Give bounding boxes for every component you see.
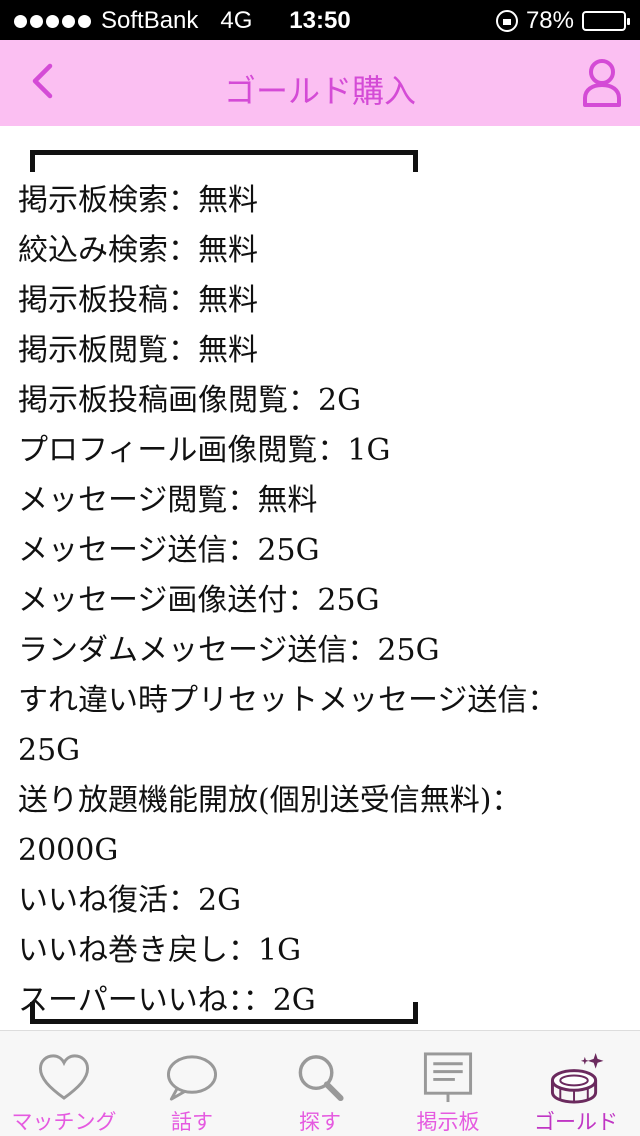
tab-matching[interactable]: マッチング	[0, 1031, 128, 1136]
list-item: 掲示板投稿：無料	[18, 283, 258, 318]
tab-label: 探す	[299, 1110, 341, 1134]
tab-label: 話す	[171, 1110, 213, 1134]
list-item: すれ違い時プリセットメッセージ送信：25G	[18, 683, 558, 768]
list-item: プロフィール画像閲覧：1G	[18, 433, 391, 468]
nav-bar: ゴールド購入	[0, 40, 640, 126]
tab-label: ゴールド	[534, 1110, 618, 1134]
list-item: メッセージ画像送付：25G	[18, 583, 380, 618]
bracket-bottom	[30, 1002, 418, 1024]
profile-button[interactable]	[580, 58, 624, 108]
tab-bar: マッチング 話す 探す 掲示板 ゴールド	[0, 1030, 640, 1136]
price-content: 掲示板検索：無料 絞込み検索：無料 掲示板投稿：無料 掲示板閲覧：無料 掲示板投…	[0, 126, 640, 1030]
list-item: メッセージ送信：25G	[18, 533, 320, 568]
rotation-lock-icon	[495, 10, 518, 32]
tab-talk[interactable]: 話す	[128, 1031, 256, 1136]
search-icon	[298, 1055, 344, 1102]
list-item: 送り放題機能開放(個別送受信無料)：2000G	[18, 783, 522, 868]
gold-coin-icon	[550, 1052, 604, 1104]
list-item: メッセージ閲覧：無料	[18, 483, 318, 518]
tab-search[interactable]: 探す	[256, 1031, 384, 1136]
tab-board[interactable]: 掲示板	[384, 1031, 512, 1136]
tab-label: マッチング	[11, 1110, 117, 1134]
list-item: 絞込み検索：無料	[18, 233, 258, 268]
list-item: いいね復活：2G	[18, 883, 242, 918]
status-bar: SoftBank 4G 13:50 78%	[0, 0, 640, 40]
battery-icon	[582, 11, 630, 31]
page-title: ゴールド購入	[223, 72, 416, 110]
bracket-top	[30, 150, 418, 172]
speech-bubble-icon	[166, 1055, 218, 1101]
list-item: ランダムメッセージ送信：25G	[18, 633, 440, 668]
status-right: 78%	[495, 7, 630, 35]
list-item: 掲示板閲覧：無料	[18, 333, 258, 368]
board-icon	[423, 1052, 473, 1103]
list-item: 掲示板投稿画像閲覧：2G	[18, 383, 362, 418]
list-item: 掲示板検索：無料	[18, 183, 258, 218]
list-item: いいね巻き戻し：1G	[18, 933, 302, 968]
person-icon	[583, 59, 621, 107]
heart-icon	[38, 1054, 90, 1100]
tab-gold[interactable]: ゴールド	[512, 1031, 640, 1136]
battery-percent: 78%	[525, 7, 574, 34]
tab-label: 掲示板	[416, 1110, 480, 1134]
price-list: 掲示板検索：無料 絞込み検索：無料 掲示板投稿：無料 掲示板閲覧：無料 掲示板投…	[18, 176, 618, 1026]
